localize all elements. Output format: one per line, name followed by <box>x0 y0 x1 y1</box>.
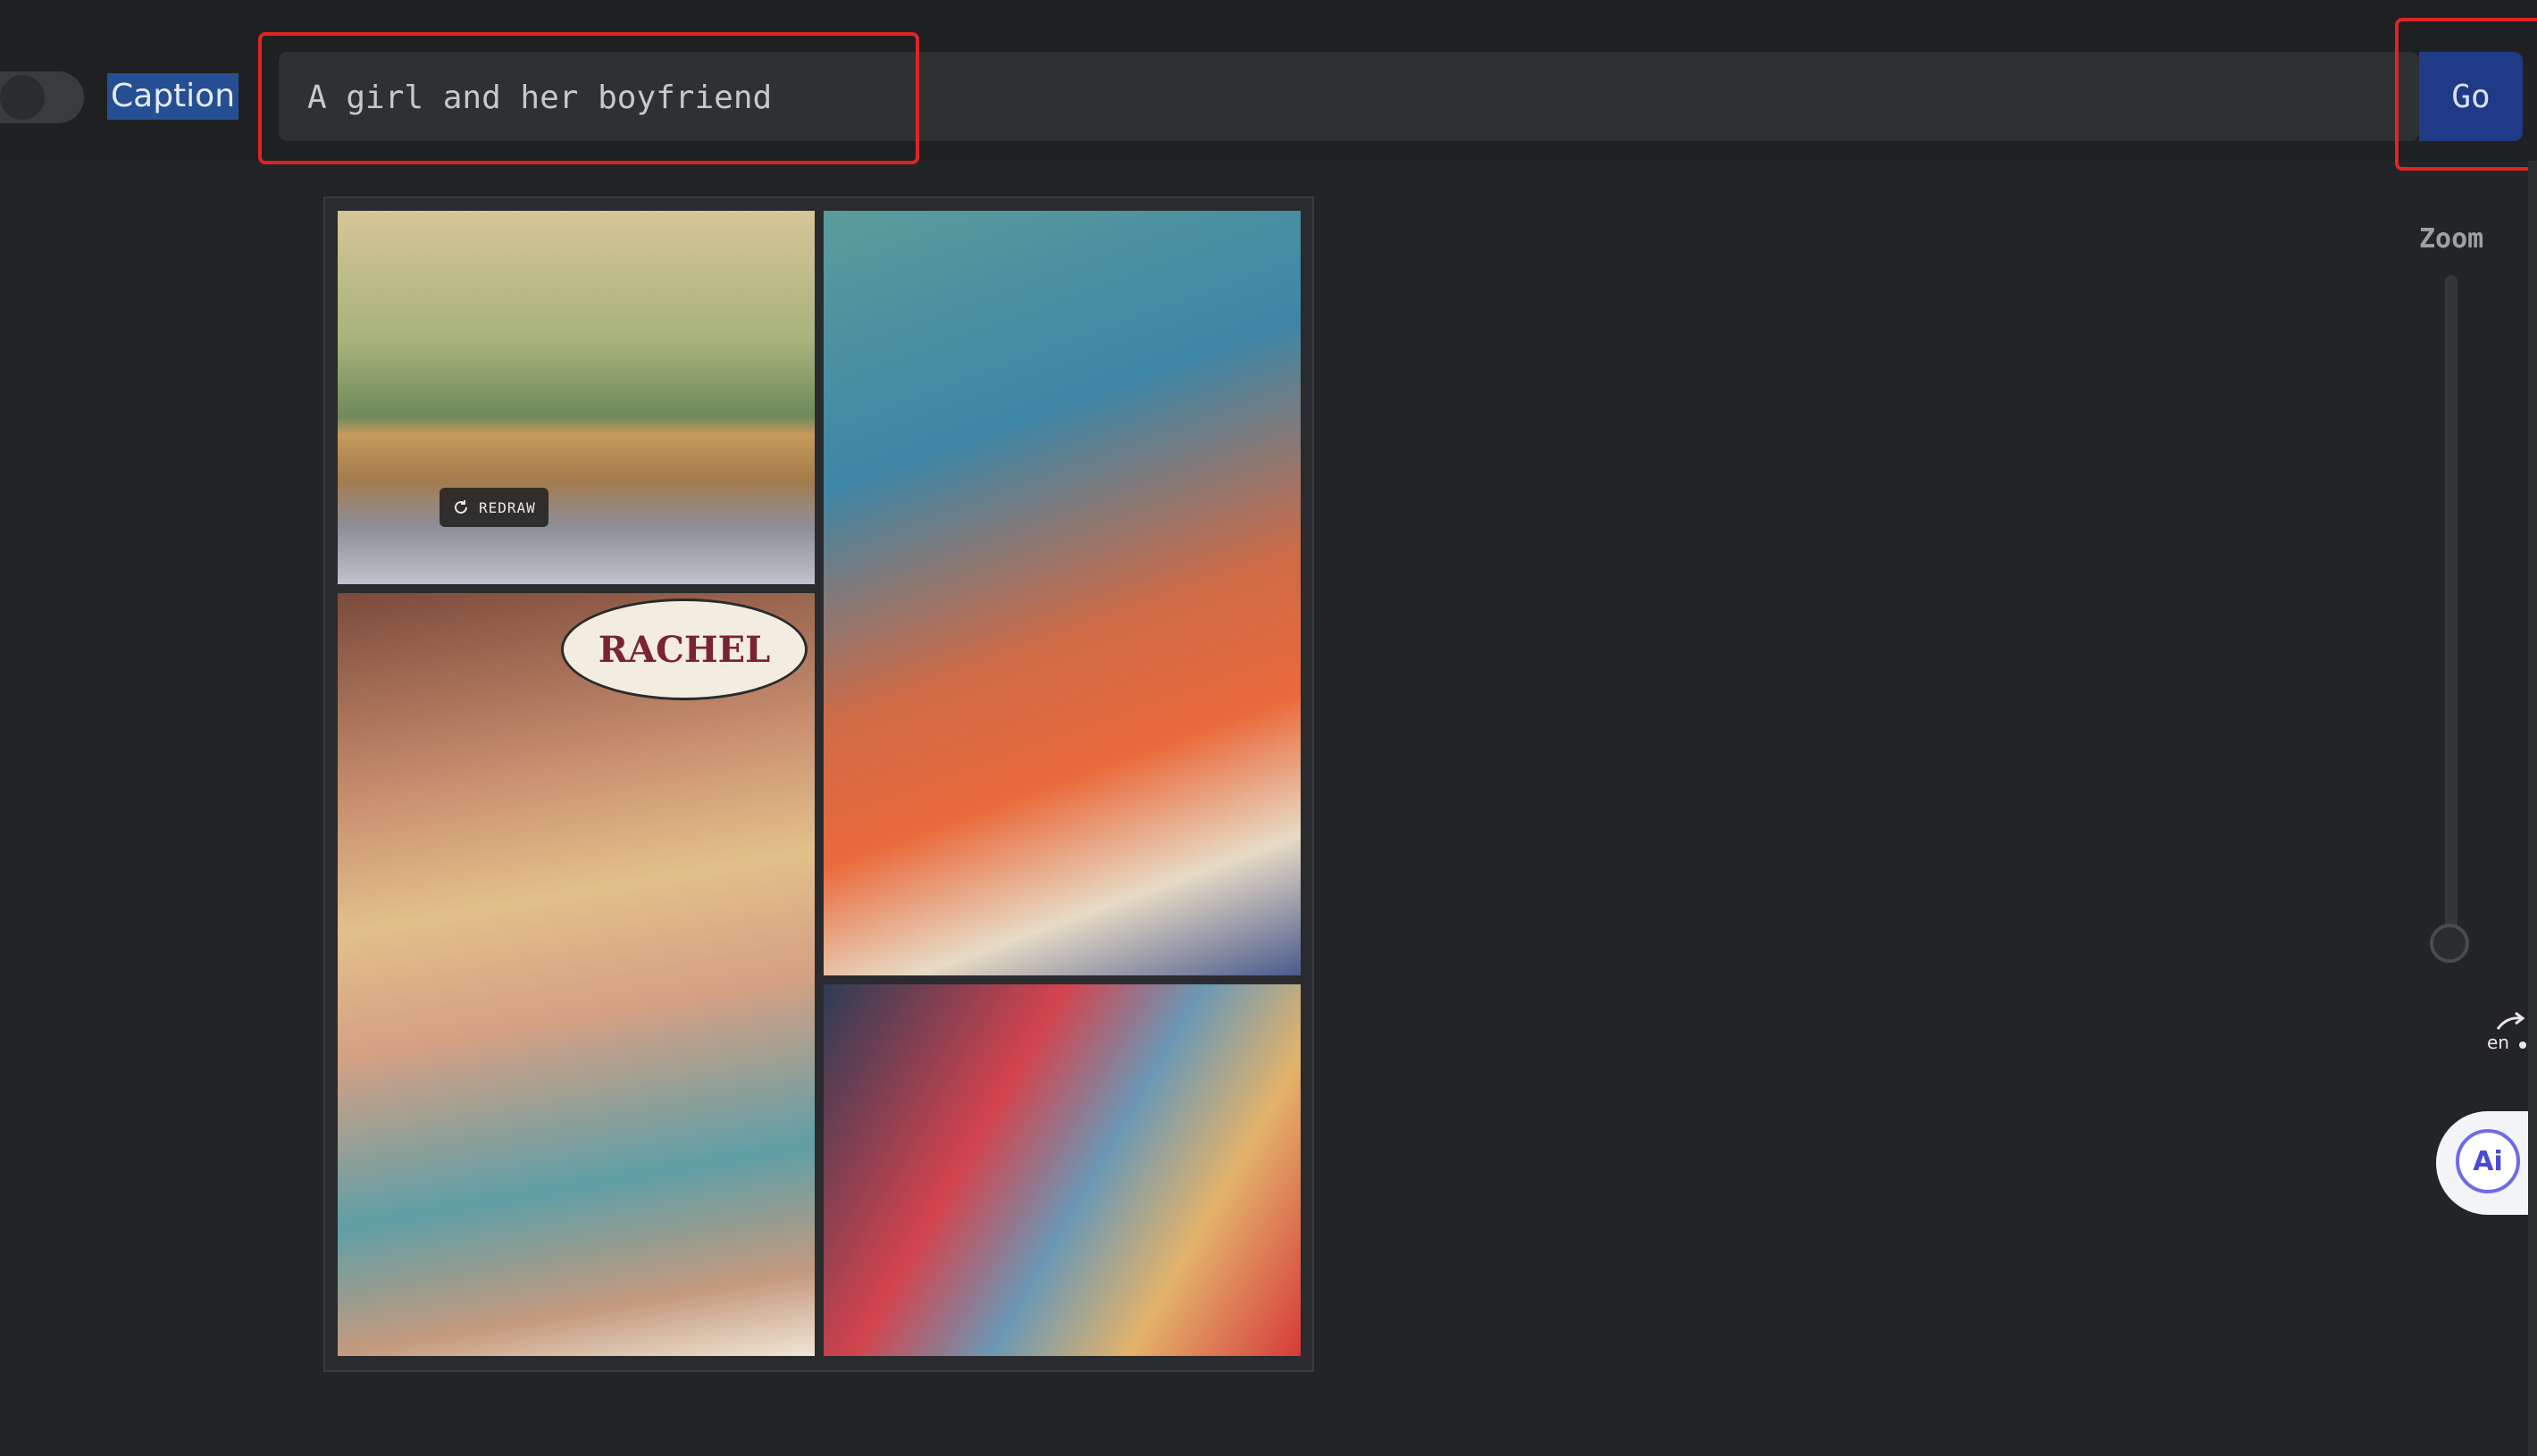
speech-bubble-text: RACHEL <box>598 628 771 671</box>
ai-assistant-button[interactable]: Ai <box>2436 1111 2537 1215</box>
comic-panel-1[interactable]: REDRAW <box>338 211 815 584</box>
prompt-input[interactable] <box>306 52 2364 143</box>
refresh-icon <box>455 500 467 514</box>
prompt-field[interactable] <box>279 52 2419 143</box>
comic-panel-3[interactable]: RACHEL <box>338 593 815 1356</box>
top-bar: Caption Go <box>0 0 2537 161</box>
comic-panel-4[interactable] <box>824 984 1301 1356</box>
speech-bubble: RACHEL <box>561 598 808 700</box>
ai-label: Ai <box>2473 1145 2503 1177</box>
redraw-label: REDRAW <box>479 498 536 516</box>
go-button[interactable]: Go <box>2419 52 2523 141</box>
page-scrollbar[interactable] <box>2528 161 2537 1456</box>
translate-icon[interactable]: en <box>2485 1009 2530 1054</box>
comic-panel-2[interactable] <box>824 211 1301 975</box>
zoom-slider-thumb[interactable] <box>2430 924 2469 963</box>
zoom-label: Zoom <box>2419 223 2484 255</box>
caption-label: Caption <box>107 73 239 120</box>
redraw-button[interactable]: REDRAW <box>440 488 548 527</box>
comic-canvas[interactable]: REDRAW RACHEL <box>323 197 1314 1372</box>
caption-toggle[interactable] <box>0 71 84 123</box>
toggle-knob <box>0 75 45 120</box>
svg-text:en: en <box>2487 1032 2509 1053</box>
ai-icon: Ai <box>2456 1129 2520 1193</box>
zoom-slider-track[interactable] <box>2445 275 2457 963</box>
